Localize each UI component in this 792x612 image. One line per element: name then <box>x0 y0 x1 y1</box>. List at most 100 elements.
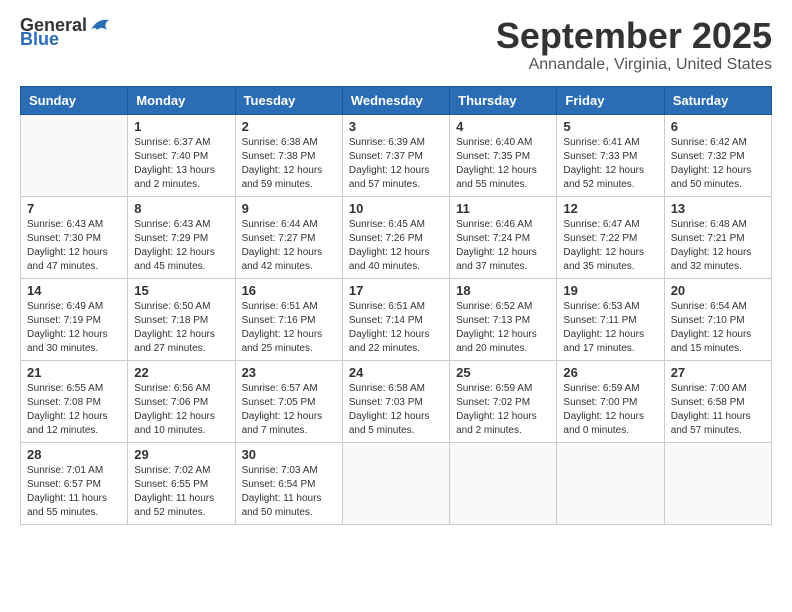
day-info: Sunrise: 6:51 AM Sunset: 7:14 PM Dayligh… <box>349 300 443 356</box>
header: General Blue September 2025 Annandale, V… <box>20 16 772 74</box>
day-number: 20 <box>671 283 765 298</box>
day-info: Sunrise: 6:52 AM Sunset: 7:13 PM Dayligh… <box>456 300 550 356</box>
day-number: 28 <box>27 447 121 462</box>
calendar-cell: 6Sunrise: 6:42 AM Sunset: 7:32 PM Daylig… <box>664 114 771 196</box>
calendar-cell: 5 Sunrise: 6:41 AM Sunset: 7:33 PM Daylig… <box>557 114 664 196</box>
day-info: Sunrise: 6:38 AM Sunset: 7:38 PM Dayligh… <box>242 136 336 192</box>
calendar-week-row-3: 14 Sunrise: 6:49 AM Sunset: 7:19 PM Dayli… <box>21 278 772 360</box>
day-info: Sunrise: 6:59 AM Sunset: 7:00 PM Dayligh… <box>563 382 657 438</box>
day-number: 5 <box>563 119 657 134</box>
calendar-table: SundayMondayTuesdayWednesdayThursdayFrid… <box>20 86 772 525</box>
logo-bird-icon <box>89 16 111 34</box>
calendar-header-friday: Friday <box>557 86 664 114</box>
calendar-cell: 18 Sunrise: 6:52 AM Sunset: 7:13 PM Dayli… <box>450 278 557 360</box>
calendar-cell: 11 Sunrise: 6:46 AM Sunset: 7:24 PM Dayli… <box>450 196 557 278</box>
day-number: 13 <box>671 201 765 216</box>
day-info: Sunrise: 6:43 AM Sunset: 7:30 PM Dayligh… <box>27 218 121 274</box>
calendar-cell: 26 Sunrise: 6:59 AM Sunset: 7:00 PM Dayli… <box>557 360 664 442</box>
day-number: 16 <box>242 283 336 298</box>
day-number: 25 <box>456 365 550 380</box>
day-number: 10 <box>349 201 443 216</box>
day-info: Sunrise: 6:37 AM Sunset: 7:40 PM Dayligh… <box>134 136 228 192</box>
calendar-cell: 16 Sunrise: 6:51 AM Sunset: 7:16 PM Dayli… <box>235 278 342 360</box>
day-number: 4 <box>456 119 550 134</box>
day-number: 3 <box>349 119 443 134</box>
calendar-header-thursday: Thursday <box>450 86 557 114</box>
calendar-week-row-4: 21 Sunrise: 6:55 AM Sunset: 7:08 PM Dayli… <box>21 360 772 442</box>
day-info: Sunrise: 6:56 AM Sunset: 7:06 PM Dayligh… <box>134 382 228 438</box>
day-info: Sunrise: 7:03 AM Sunset: 6:54 PM Dayligh… <box>242 464 336 520</box>
calendar-cell: 24 Sunrise: 6:58 AM Sunset: 7:03 PM Dayli… <box>342 360 449 442</box>
calendar-cell: 9 Sunrise: 6:44 AM Sunset: 7:27 PM Daylig… <box>235 196 342 278</box>
calendar-cell: 10 Sunrise: 6:45 AM Sunset: 7:26 PM Dayli… <box>342 196 449 278</box>
day-number: 18 <box>456 283 550 298</box>
calendar-cell: 4 Sunrise: 6:40 AM Sunset: 7:35 PM Daylig… <box>450 114 557 196</box>
day-number: 17 <box>349 283 443 298</box>
calendar-cell: 19 Sunrise: 6:53 AM Sunset: 7:11 PM Dayli… <box>557 278 664 360</box>
calendar-cell: 28Sunrise: 7:01 AM Sunset: 6:57 PM Dayli… <box>21 442 128 524</box>
day-number: 30 <box>242 447 336 462</box>
day-info: Sunrise: 7:00 AM Sunset: 6:58 PM Dayligh… <box>671 382 765 438</box>
day-number: 19 <box>563 283 657 298</box>
calendar-cell: 7 Sunrise: 6:43 AM Sunset: 7:30 PM Daylig… <box>21 196 128 278</box>
day-info: Sunrise: 6:57 AM Sunset: 7:05 PM Dayligh… <box>242 382 336 438</box>
day-info: Sunrise: 6:53 AM Sunset: 7:11 PM Dayligh… <box>563 300 657 356</box>
calendar-header-saturday: Saturday <box>664 86 771 114</box>
day-number: 12 <box>563 201 657 216</box>
calendar-cell: 20 Sunrise: 6:54 AM Sunset: 7:10 PM Dayli… <box>664 278 771 360</box>
day-number: 21 <box>27 365 121 380</box>
day-number: 2 <box>242 119 336 134</box>
calendar-cell: 12Sunrise: 6:47 AM Sunset: 7:22 PM Dayli… <box>557 196 664 278</box>
calendar-header-monday: Monday <box>128 86 235 114</box>
day-number: 9 <box>242 201 336 216</box>
calendar-cell <box>557 442 664 524</box>
day-number: 8 <box>134 201 228 216</box>
calendar-cell: 8 Sunrise: 6:43 AM Sunset: 7:29 PM Daylig… <box>128 196 235 278</box>
day-info: Sunrise: 6:55 AM Sunset: 7:08 PM Dayligh… <box>27 382 121 438</box>
calendar-cell: 1 Sunrise: 6:37 AM Sunset: 7:40 PM Daylig… <box>128 114 235 196</box>
day-info: Sunrise: 6:39 AM Sunset: 7:37 PM Dayligh… <box>349 136 443 192</box>
calendar-cell <box>21 114 128 196</box>
day-info: Sunrise: 6:46 AM Sunset: 7:24 PM Dayligh… <box>456 218 550 274</box>
calendar-cell: 25 Sunrise: 6:59 AM Sunset: 7:02 PM Dayli… <box>450 360 557 442</box>
day-info: Sunrise: 6:43 AM Sunset: 7:29 PM Dayligh… <box>134 218 228 274</box>
calendar-cell: 2 Sunrise: 6:38 AM Sunset: 7:38 PM Daylig… <box>235 114 342 196</box>
location-title: Annandale, Virginia, United States <box>496 56 772 74</box>
day-number: 24 <box>349 365 443 380</box>
calendar-cell: 21 Sunrise: 6:55 AM Sunset: 7:08 PM Dayli… <box>21 360 128 442</box>
day-info: Sunrise: 6:49 AM Sunset: 7:19 PM Dayligh… <box>27 300 121 356</box>
day-info: Sunrise: 6:51 AM Sunset: 7:16 PM Dayligh… <box>242 300 336 356</box>
day-number: 23 <box>242 365 336 380</box>
day-info: Sunrise: 6:44 AM Sunset: 7:27 PM Dayligh… <box>242 218 336 274</box>
day-info: Sunrise: 6:59 AM Sunset: 7:02 PM Dayligh… <box>456 382 550 438</box>
calendar-cell <box>664 442 771 524</box>
day-number: 7 <box>27 201 121 216</box>
calendar-cell: 27 Sunrise: 7:00 AM Sunset: 6:58 PM Dayli… <box>664 360 771 442</box>
day-info: Sunrise: 6:48 AM Sunset: 7:21 PM Dayligh… <box>671 218 765 274</box>
calendar-cell: 17 Sunrise: 6:51 AM Sunset: 7:14 PM Dayli… <box>342 278 449 360</box>
calendar-cell: 22Sunrise: 6:56 AM Sunset: 7:06 PM Dayli… <box>128 360 235 442</box>
logo: General Blue <box>20 16 111 48</box>
day-number: 15 <box>134 283 228 298</box>
day-info: Sunrise: 6:41 AM Sunset: 7:33 PM Dayligh… <box>563 136 657 192</box>
day-number: 1 <box>134 119 228 134</box>
day-number: 26 <box>563 365 657 380</box>
day-info: Sunrise: 6:54 AM Sunset: 7:10 PM Dayligh… <box>671 300 765 356</box>
calendar-cell <box>342 442 449 524</box>
day-number: 27 <box>671 365 765 380</box>
calendar-header-wednesday: Wednesday <box>342 86 449 114</box>
title-area: September 2025 Annandale, Virginia, Unit… <box>496 16 772 74</box>
logo-blue: Blue <box>20 30 59 48</box>
day-info: Sunrise: 6:45 AM Sunset: 7:26 PM Dayligh… <box>349 218 443 274</box>
day-info: Sunrise: 6:40 AM Sunset: 7:35 PM Dayligh… <box>456 136 550 192</box>
calendar-cell: 29Sunrise: 7:02 AM Sunset: 6:55 PM Dayli… <box>128 442 235 524</box>
day-info: Sunrise: 6:58 AM Sunset: 7:03 PM Dayligh… <box>349 382 443 438</box>
day-number: 14 <box>27 283 121 298</box>
calendar-cell: 30 Sunrise: 7:03 AM Sunset: 6:54 PM Dayli… <box>235 442 342 524</box>
day-number: 11 <box>456 201 550 216</box>
calendar-week-row-5: 28Sunrise: 7:01 AM Sunset: 6:57 PM Dayli… <box>21 442 772 524</box>
calendar-cell: 13 Sunrise: 6:48 AM Sunset: 7:21 PM Dayli… <box>664 196 771 278</box>
calendar-week-row-2: 7 Sunrise: 6:43 AM Sunset: 7:30 PM Daylig… <box>21 196 772 278</box>
calendar-cell: 3 Sunrise: 6:39 AM Sunset: 7:37 PM Daylig… <box>342 114 449 196</box>
calendar-cell: 15Sunrise: 6:50 AM Sunset: 7:18 PM Dayli… <box>128 278 235 360</box>
